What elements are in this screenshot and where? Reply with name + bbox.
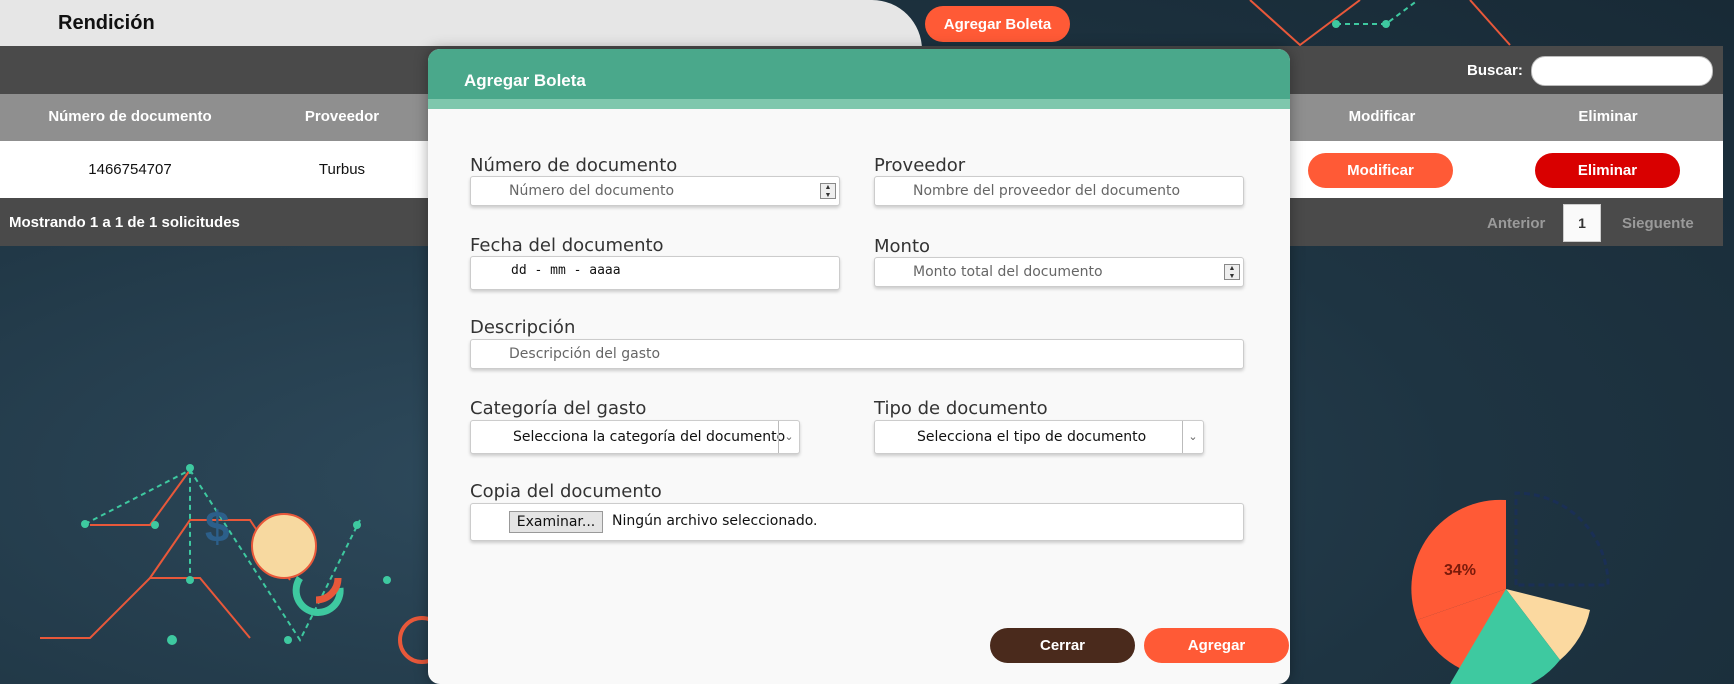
categoria-select[interactable]: Selecciona la categoría del documento ⌄	[470, 420, 800, 454]
add-boleta-button[interactable]: Agregar Boleta	[925, 6, 1070, 42]
cell-numero: 1466754707	[88, 161, 172, 178]
column-header-proveedor: Proveedor	[304, 108, 380, 125]
proveedor-label: Proveedor	[874, 155, 966, 176]
numero-label: Número de documento	[470, 155, 678, 176]
pagination-next[interactable]: Sieguente	[1622, 215, 1694, 232]
svg-text:$: $	[205, 503, 229, 552]
column-header-eliminar: Eliminar	[1578, 108, 1638, 125]
proveedor-placeholder: Nombre del proveedor del documento	[913, 183, 1181, 199]
categoria-label: Categoría del gasto	[470, 398, 647, 419]
modal-title: Agregar Boleta	[464, 71, 586, 90]
chevron-down-icon[interactable]: ⌄	[778, 421, 799, 453]
pie-percent-label: 34%	[1444, 562, 1476, 579]
numero-documento-input[interactable]: Número del documento ▲ ▼	[470, 176, 840, 206]
tipo-documento-select[interactable]: Selecciona el tipo de documento ⌄	[874, 420, 1204, 454]
number-stepper-icon[interactable]: ▲ ▼	[820, 183, 836, 199]
browse-button[interactable]: Examinar...	[509, 511, 603, 533]
categoria-selected: Selecciona la categoría del documento	[513, 429, 786, 445]
add-boleta-modal: Agregar Boleta Número de documento Númer…	[428, 49, 1290, 684]
proveedor-input[interactable]: Nombre del proveedor del documento	[874, 176, 1244, 206]
modify-button[interactable]: Modificar	[1308, 153, 1453, 188]
fecha-label: Fecha del documento	[470, 235, 664, 256]
numero-placeholder: Número del documento	[509, 183, 675, 199]
cell-proveedor: Turbus	[318, 161, 366, 178]
search-label: Buscar:	[1467, 62, 1523, 79]
close-button[interactable]: Cerrar	[990, 628, 1135, 663]
fecha-documento-input[interactable]: dd - mm - aaaa	[470, 256, 840, 290]
descripcion-label: Descripción	[470, 317, 576, 338]
file-input[interactable]: Examinar... Ningún archivo seleccionado.	[470, 503, 1244, 541]
monto-input[interactable]: Monto total del documento ▲ ▼	[874, 257, 1244, 287]
descripcion-placeholder: Descripción del gasto	[509, 346, 661, 362]
pagination-page-1[interactable]: 1	[1563, 204, 1601, 242]
modal-header: Agregar Boleta	[428, 49, 1290, 109]
copia-label: Copia del documento	[470, 481, 662, 502]
page-title: Rendición	[58, 12, 155, 34]
pagination-previous[interactable]: Anterior	[1487, 215, 1545, 232]
chevron-down-icon[interactable]: ⌄	[1182, 421, 1203, 453]
monto-label: Monto	[874, 236, 931, 257]
showing-count: Mostrando 1 a 1 de 1 solicitudes	[9, 214, 240, 231]
column-header-modificar: Modificar	[1348, 108, 1416, 125]
descripcion-input[interactable]: Descripción del gasto	[470, 339, 1244, 369]
tipo-selected: Selecciona el tipo de documento	[917, 429, 1147, 445]
fecha-placeholder: dd - mm - aaaa	[511, 263, 621, 278]
search-input[interactable]	[1531, 56, 1713, 86]
column-header-numero: Número de documento	[48, 108, 212, 125]
delete-button[interactable]: Eliminar	[1535, 153, 1680, 188]
page-title-tab: Rendición	[0, 0, 922, 50]
monto-placeholder: Monto total del documento	[913, 264, 1103, 280]
file-status: Ningún archivo seleccionado.	[612, 513, 818, 529]
tipo-label: Tipo de documento	[874, 398, 1048, 419]
number-stepper-icon[interactable]: ▲ ▼	[1224, 264, 1240, 280]
submit-button[interactable]: Agregar	[1144, 628, 1289, 663]
